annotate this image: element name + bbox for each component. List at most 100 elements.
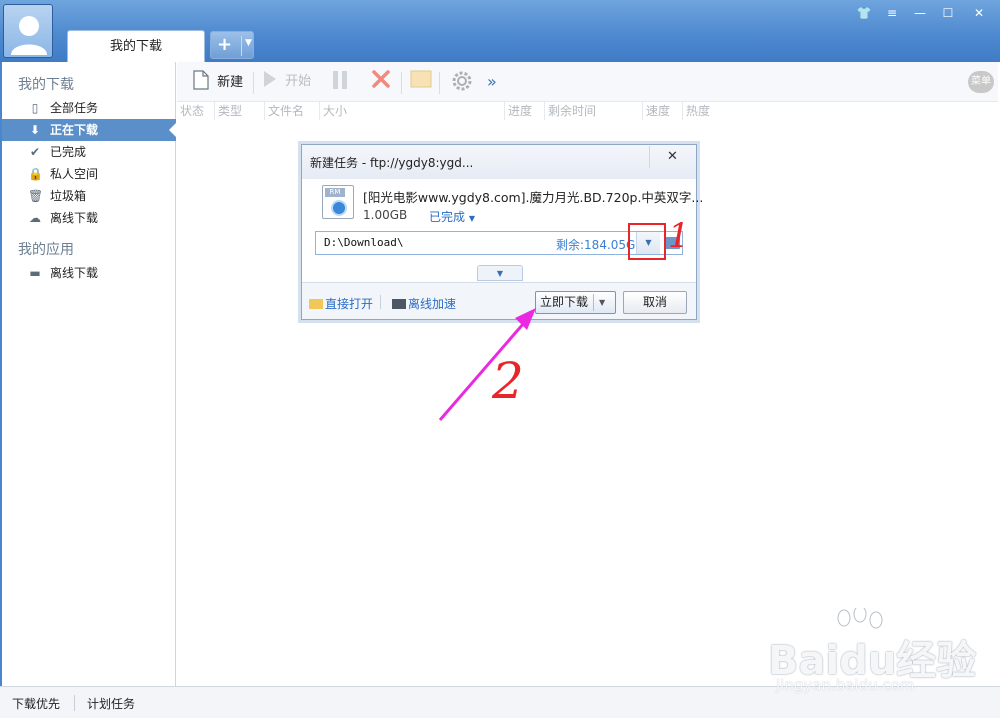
pause-icon (333, 71, 347, 89)
new-file-icon (193, 70, 209, 90)
check-icon: ✔ (29, 145, 41, 159)
start-label: 开始 (285, 74, 312, 89)
chevron-down-icon[interactable]: ▼ (245, 38, 252, 48)
trash-icon: 🗑 (28, 189, 44, 203)
dialog-title-bar: 新建任务 - ftp://ygdy8:ygd... ✕ (302, 145, 696, 179)
download-arrow-icon: ⬇ (29, 123, 41, 137)
save-path-value: D:\Download\ (324, 236, 404, 249)
sidebar-item-label: 垃圾箱 (50, 189, 87, 203)
offline-accelerate-button[interactable]: 离线加速 (392, 295, 456, 312)
sidebar-item-label: 私人空间 (50, 167, 99, 181)
start-button[interactable]: 开始 (263, 70, 311, 94)
new-task-label: 新建 (217, 75, 244, 90)
free-space-label: 剩余:184.05GB (556, 238, 644, 252)
divider (380, 295, 381, 309)
tab-my-downloads[interactable]: 我的下载 (67, 30, 205, 62)
gear-icon (452, 71, 472, 91)
column-headers: 状态 类型 文件名 大小 进度 剩余时间 速度 热度 (177, 102, 998, 120)
schedule-task-button[interactable]: 计划任务 (87, 695, 135, 712)
media-disc-icon (331, 200, 347, 216)
rm-file-icon: RM (322, 185, 354, 219)
new-task-dialog: 新建任务 - ftp://ygdy8:ygd... ✕ RM [阳光电影www.… (301, 144, 703, 320)
chevron-down-icon: ▼ (468, 214, 475, 223)
close-icon[interactable]: ✕ (964, 4, 994, 22)
watermark-url: jingyan.baidu.com (776, 676, 915, 694)
sidebar-item-label: 正在下载 (50, 123, 99, 137)
file-status-dropdown[interactable]: 已完成 ▼ (429, 208, 475, 225)
sidebar: 我的下载 ▯ 全部任务 ⬇ 正在下载 ✔ 已完成 🔒 私人空间 🗑 垃圾箱 ☁ … (0, 62, 176, 686)
expand-options-button[interactable]: ▼ (477, 265, 523, 281)
new-task-button[interactable]: 新建 (193, 70, 243, 94)
sidebar-item-private-space[interactable]: 🔒 私人空间 (2, 163, 176, 185)
column-header-remaining-time[interactable]: 剩余时间 (544, 102, 642, 120)
sidebar-item-completed[interactable]: ✔ 已完成 (2, 141, 176, 163)
dialog-close-icon[interactable]: ✕ (649, 146, 695, 168)
column-header-type[interactable]: 类型 (214, 102, 264, 120)
chevron-down-icon[interactable]: ▼ (599, 292, 605, 313)
sidebar-item-label: 离线下载 (50, 211, 99, 225)
dialog-title: 新建任务 - ftp://ygdy8:ygd... (310, 156, 474, 170)
sidebar-item-trash[interactable]: 🗑 垃圾箱 (2, 185, 176, 207)
path-dropdown-button[interactable]: ▼ (636, 232, 660, 254)
column-header-speed[interactable]: 速度 (642, 102, 682, 120)
toolbar-divider (439, 72, 440, 94)
menu-icon[interactable]: ≡ (880, 4, 904, 22)
dialog-footer: 直接打开 离线加速 立即下载 ▼ 取消 (302, 282, 696, 319)
avatar[interactable] (3, 4, 53, 58)
lock-icon: 🔒 (28, 167, 43, 181)
sidebar-item-offline-download[interactable]: ☁ 离线下载 (2, 207, 176, 229)
file-size: 1.00GB (363, 208, 408, 222)
divider (241, 36, 242, 56)
column-header-status[interactable]: 状态 (177, 102, 214, 120)
divider (593, 294, 594, 311)
browse-folder-icon[interactable] (664, 237, 680, 249)
plus-icon: + (217, 34, 233, 55)
offline-accelerate-label: 离线加速 (408, 297, 457, 311)
download-priority-button[interactable]: 下载优先 (12, 695, 60, 712)
file-name: [阳光电影www.ygdy8.com].魔力月光.BD.720p.中英双字... (363, 190, 704, 205)
toolbar: 新建 开始 » 菜单 (177, 62, 998, 102)
delete-button[interactable] (372, 70, 390, 94)
folder-icon (410, 70, 432, 88)
play-icon (264, 71, 276, 87)
maximize-icon[interactable]: ☐ (936, 4, 960, 22)
folder-icon (309, 299, 323, 309)
menu-button[interactable]: 菜单 (968, 71, 994, 93)
column-header-filename[interactable]: 文件名 (264, 102, 319, 120)
sidebar-item-app-offline-download[interactable]: ▬ 离线下载 (2, 262, 176, 284)
toolbar-divider (253, 72, 254, 94)
section-title-my-apps: 我的应用 (18, 242, 74, 258)
sidebar-item-label: 全部任务 (50, 101, 99, 115)
column-header-heat[interactable]: 热度 (682, 102, 742, 120)
file-type-tag: RM (325, 188, 345, 197)
pause-button[interactable] (331, 70, 349, 94)
offline-box-icon (392, 299, 406, 309)
open-folder-button[interactable] (410, 70, 432, 94)
add-tab-button[interactable]: + ▼ (210, 31, 254, 59)
column-header-size[interactable]: 大小 (319, 102, 504, 120)
open-directly-label: 直接打开 (325, 297, 374, 311)
sidebar-item-all-tasks[interactable]: ▯ 全部任务 (2, 97, 176, 119)
divider (74, 695, 75, 711)
settings-button[interactable] (451, 70, 473, 94)
open-directly-button[interactable]: 直接打开 (309, 295, 373, 312)
file-status-label: 已完成 (429, 210, 466, 224)
minimize-icon[interactable]: — (908, 4, 932, 22)
column-header-progress[interactable]: 进度 (504, 102, 544, 120)
sidebar-item-downloading[interactable]: ⬇ 正在下载 (2, 119, 176, 141)
save-path-input[interactable]: D:\Download\ 剩余:184.05GB ▼ (315, 231, 683, 255)
document-icon: ▯ (31, 101, 39, 115)
delete-x-icon (372, 70, 390, 88)
window-controls: 👕 ≡ — ☐ ✕ (852, 4, 994, 22)
sidebar-item-label: 离线下载 (50, 266, 99, 280)
sidebar-item-label: 已完成 (50, 145, 87, 159)
more-button[interactable]: » (487, 70, 497, 94)
download-now-button[interactable]: 立即下载 ▼ (535, 291, 616, 314)
offline-box-icon: ▬ (29, 266, 41, 280)
section-title-my-downloads: 我的下载 (18, 77, 74, 93)
user-avatar-icon (11, 16, 47, 55)
cancel-button[interactable]: 取消 (623, 291, 687, 314)
cloud-download-icon: ☁ (29, 211, 41, 225)
toolbar-divider (401, 72, 402, 94)
skin-icon[interactable]: 👕 (852, 4, 876, 22)
